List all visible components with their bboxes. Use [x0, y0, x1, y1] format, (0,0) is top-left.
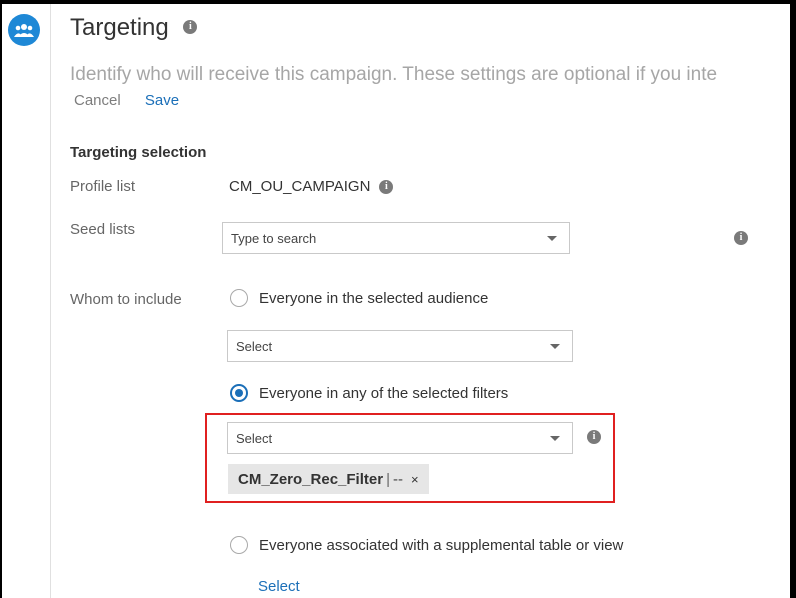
radio-option-supplemental[interactable]: Everyone associated with a supplemental … — [230, 536, 623, 554]
chip-separator: | — [386, 470, 390, 488]
radio-button-checked[interactable] — [230, 384, 248, 402]
chevron-down-icon[interactable] — [547, 236, 557, 241]
profile-list-label: Profile list — [70, 178, 136, 195]
info-icon[interactable]: i — [734, 231, 748, 245]
gutter-divider — [50, 4, 51, 598]
whom-to-include-label: Whom to include — [70, 291, 182, 308]
info-icon[interactable]: i — [183, 19, 198, 34]
seed-lists-label: Seed lists — [70, 221, 136, 238]
chip-extra: -- — [392, 470, 403, 488]
radio-button[interactable] — [230, 289, 248, 307]
profile-list-value: CM_OU_CAMPAIGN — [229, 178, 371, 195]
audience-select[interactable]: Select — [227, 330, 573, 362]
radio-label[interactable]: Everyone in any of the selected filters — [259, 385, 508, 402]
selected-filter-chip: CM_Zero_Rec_Filter | -- × — [228, 464, 429, 494]
chevron-down-icon[interactable] — [550, 436, 560, 441]
audience-select-value: Select — [236, 338, 273, 354]
seed-lists-search-input[interactable]: Type to search — [222, 222, 570, 254]
section-heading: Targeting selection — [70, 144, 207, 161]
radio-option-audience[interactable]: Everyone in the selected audience — [230, 289, 488, 307]
info-icon[interactable]: i — [379, 179, 394, 194]
page-description: Identify who will receive this campaign.… — [70, 64, 718, 85]
left-gutter — [2, 4, 50, 598]
header-actions: Cancel Save — [74, 92, 179, 109]
window-frame-right — [790, 0, 796, 598]
chevron-down-icon[interactable] — [550, 344, 560, 349]
page-title: Targeting i — [70, 14, 198, 42]
group-icon — [8, 14, 40, 46]
filters-select[interactable]: Select — [227, 422, 573, 454]
seed-lists-placeholder: Type to search — [231, 230, 317, 246]
window-frame-top — [0, 0, 796, 4]
close-icon[interactable]: × — [411, 472, 419, 487]
radio-label[interactable]: Everyone associated with a supplemental … — [259, 537, 623, 554]
supplemental-select-link[interactable]: Select — [258, 578, 300, 595]
filters-select-value: Select — [236, 430, 273, 446]
radio-button[interactable] — [230, 536, 248, 554]
page-title-text: Targeting — [70, 14, 169, 41]
radio-label[interactable]: Everyone in the selected audience — [259, 290, 488, 307]
cancel-link[interactable]: Cancel — [74, 92, 121, 109]
chip-label: CM_Zero_Rec_Filter — [238, 470, 384, 488]
radio-option-filters[interactable]: Everyone in any of the selected filters — [230, 384, 508, 402]
profile-list-value-row: CM_OU_CAMPAIGN i — [229, 178, 394, 195]
info-icon[interactable]: i — [587, 430, 601, 444]
save-link[interactable]: Save — [145, 92, 179, 109]
